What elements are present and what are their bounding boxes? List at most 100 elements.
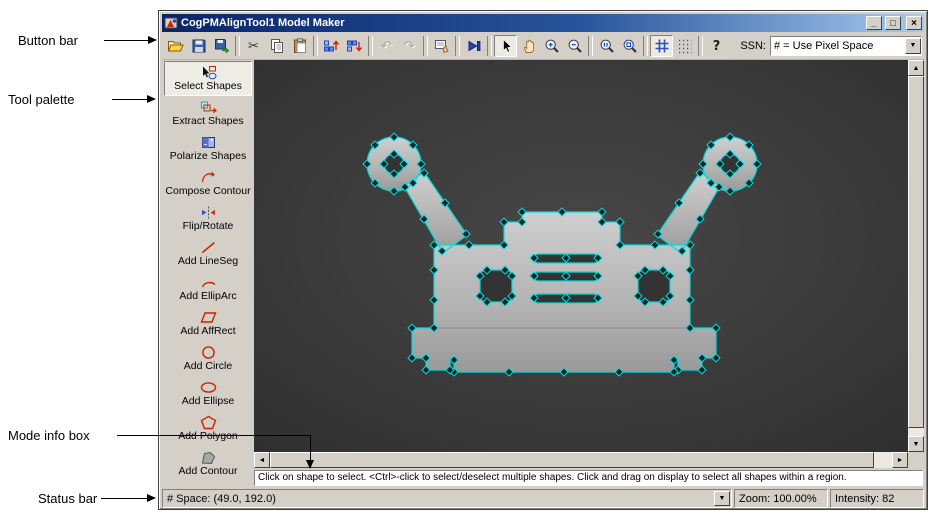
- palette-item-flip-rotate[interactable]: Flip/Rotate: [164, 201, 252, 236]
- compose-contour-icon: [200, 170, 217, 185]
- vertical-scroll-thumb[interactable]: [908, 76, 924, 428]
- scroll-down-button[interactable]: ▼: [908, 436, 924, 452]
- palette-item-add-elliparc[interactable]: Add EllipArc: [164, 271, 252, 306]
- flip-rotate-icon: [200, 205, 217, 220]
- zoom-in-button[interactable]: [540, 35, 563, 57]
- space-coordinates: # Space: (49.0, 192.0): [167, 492, 276, 505]
- save-icon: [192, 39, 205, 53]
- horizontal-scroll-thumb[interactable]: [270, 452, 874, 468]
- palette-item-compose-contour[interactable]: Compose Contour: [164, 166, 252, 201]
- save-as-icon: [214, 39, 229, 54]
- raise-shapes-button[interactable]: [320, 35, 343, 57]
- paste-button[interactable]: [288, 35, 311, 57]
- button-bar: ✂ ↶ ↷ ? SSN: # = Use Pixel Space ▼: [162, 33, 924, 60]
- add-ellipse-icon: [200, 380, 217, 395]
- scissors-icon: ✂: [248, 38, 259, 54]
- mode-info-box: Click on shape to select. <Ctrl>-click t…: [254, 470, 923, 486]
- zoom-out-icon: [568, 39, 582, 53]
- palette-item-add-ellipse[interactable]: Add Ellipse: [164, 376, 252, 411]
- palette-item-add-contour[interactable]: Add Contour: [164, 446, 252, 481]
- paste-icon: [293, 38, 306, 53]
- toolbar-separator: [588, 36, 593, 56]
- add-elliparc-icon: [200, 275, 217, 290]
- grid-axes-icon: [655, 39, 668, 53]
- toolbar-separator: [313, 36, 318, 56]
- scroll-up-button[interactable]: ▲: [908, 60, 924, 76]
- toolbar-separator: [487, 36, 492, 56]
- open-button[interactable]: [164, 35, 187, 57]
- lower-shapes-button[interactable]: [343, 35, 366, 57]
- scroll-right-button[interactable]: ►: [892, 452, 908, 468]
- grid-points-button[interactable]: [673, 35, 696, 57]
- grid-points-icon: [678, 39, 691, 54]
- ssn-label: SSN:: [740, 40, 766, 52]
- annotation-mode-info-box: Mode info box: [8, 428, 90, 443]
- raise-shapes-icon: [324, 40, 340, 52]
- zoom-actual-icon: [600, 39, 614, 53]
- palette-item-extract-shapes[interactable]: Extract Shapes: [164, 96, 252, 131]
- window-title: CogPMAlignTool1 Model Maker: [181, 17, 345, 29]
- space-selector[interactable]: # Space: (49.0, 192.0) ▼: [162, 489, 732, 508]
- zoom-out-button[interactable]: [563, 35, 586, 57]
- palette-item-add-polygon[interactable]: Add Polygon: [164, 411, 252, 446]
- app-icon: [164, 16, 178, 30]
- intensity-indicator: Intensity: 82: [830, 489, 924, 508]
- zoom-in-icon: [545, 39, 559, 53]
- run-button[interactable]: [462, 35, 485, 57]
- copy-button[interactable]: [265, 35, 288, 57]
- undo-icon: ↶: [381, 38, 392, 54]
- help-button[interactable]: ?: [705, 35, 728, 57]
- annotation-tool-palette: Tool palette: [8, 92, 75, 107]
- horizontal-scrollbar[interactable]: ◄ ►: [254, 452, 908, 468]
- grid-axes-button[interactable]: [650, 35, 673, 57]
- scroll-left-button[interactable]: ◄: [254, 452, 270, 468]
- vertical-scrollbar[interactable]: ▲ ▼: [908, 60, 924, 452]
- extract-shapes-icon: [200, 100, 217, 115]
- properties-icon: [434, 40, 449, 54]
- scrollbar-corner: [908, 452, 924, 468]
- redo-button[interactable]: ↷: [398, 35, 421, 57]
- palette-item-polarize-shapes[interactable]: Polarize Shapes: [164, 131, 252, 166]
- redo-icon: ↷: [404, 38, 415, 54]
- annotation-arrow: [104, 40, 149, 41]
- minimize-button[interactable]: _: [866, 16, 882, 30]
- undo-button[interactable]: ↶: [375, 35, 398, 57]
- ssn-combobox[interactable]: # = Use Pixel Space ▼: [770, 36, 922, 56]
- run-icon: [468, 40, 480, 52]
- palette-item-add-circle[interactable]: Add Circle: [164, 341, 252, 376]
- add-circle-icon: [200, 345, 217, 360]
- ssn-value: # = Use Pixel Space: [774, 40, 874, 52]
- palette-item-select-shapes[interactable]: Select Shapes: [164, 61, 252, 96]
- annotation-button-bar: Button bar: [18, 33, 78, 48]
- ssn-dropdown-button[interactable]: ▼: [905, 38, 921, 54]
- zoom-fit-button[interactable]: [618, 35, 641, 57]
- select-pointer-button[interactable]: [494, 35, 517, 57]
- save-button[interactable]: [187, 35, 210, 57]
- toolbar-separator: [643, 36, 648, 56]
- palette-item-add-lineseg[interactable]: Add LineSeg: [164, 236, 252, 271]
- maximize-button[interactable]: □: [885, 16, 901, 30]
- annotation-arrowhead: [148, 36, 157, 44]
- polarize-shapes-icon: [200, 135, 217, 150]
- tool-palette: Select Shapes Extract Shapes Polarize Sh…: [162, 60, 254, 488]
- annotation-connector: [117, 435, 311, 436]
- status-bar: # Space: (49.0, 192.0) ▼ Zoom: 100.00% I…: [162, 489, 924, 508]
- zoom-actual-button[interactable]: [595, 35, 618, 57]
- space-dropdown-button[interactable]: ▼: [714, 491, 730, 506]
- pan-button[interactable]: [517, 35, 540, 57]
- toolbar-separator: [455, 36, 460, 56]
- select-shapes-icon: [200, 65, 217, 80]
- properties-button[interactable]: [430, 35, 453, 57]
- annotation-arrowhead: [147, 494, 156, 502]
- toolbar-separator: [698, 36, 703, 56]
- close-button[interactable]: ×: [906, 16, 922, 30]
- palette-item-add-affrect[interactable]: Add AffRect: [164, 306, 252, 341]
- annotation-arrowhead: [147, 95, 156, 103]
- cut-button[interactable]: ✂: [242, 35, 265, 57]
- display-canvas[interactable]: [254, 60, 908, 452]
- export-button[interactable]: [210, 35, 233, 57]
- annotation-arrow: [101, 498, 148, 499]
- ssn-group: SSN: # = Use Pixel Space ▼: [740, 36, 922, 56]
- chevron-down-icon: ▼: [909, 42, 917, 49]
- toolbar-separator: [423, 36, 428, 56]
